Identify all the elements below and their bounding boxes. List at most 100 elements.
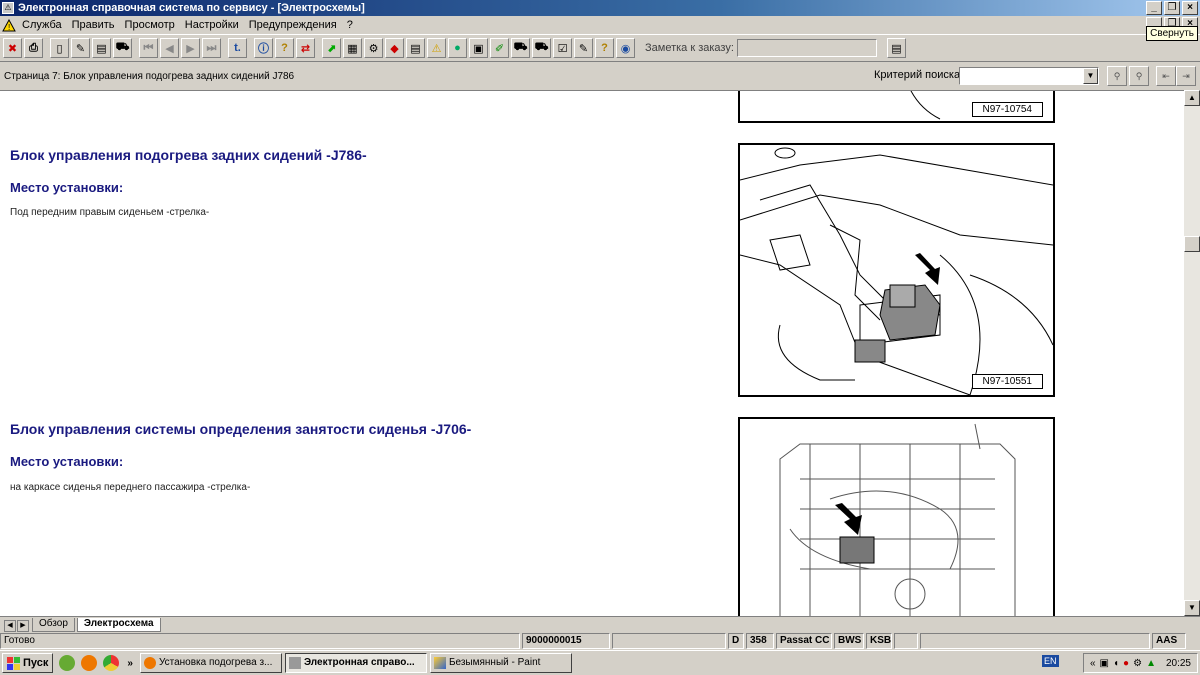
quicklaunch-chevron[interactable]: » bbox=[127, 658, 133, 669]
clock: 20:25 bbox=[1165, 657, 1191, 669]
tray-chevron-icon[interactable]: « bbox=[1090, 658, 1096, 669]
chrome-icon[interactable] bbox=[103, 655, 120, 671]
section-heading: Блок управления системы определения заня… bbox=[10, 421, 472, 437]
breadcrumb-bar: Страница 7: Блок управления подогрева за… bbox=[0, 63, 1200, 89]
pen-icon[interactable]: ✐ bbox=[490, 38, 509, 58]
scroll-thumb[interactable] bbox=[1184, 236, 1200, 252]
menu-settings[interactable]: Настройки bbox=[185, 19, 239, 31]
info-icon[interactable]: ⓘ bbox=[254, 38, 273, 58]
menu-view[interactable]: Просмотр bbox=[125, 19, 175, 31]
order-note-field[interactable] bbox=[736, 39, 877, 57]
section-text: на каркасе сиденья переднего пассажира -… bbox=[10, 482, 251, 493]
restore-button[interactable]: ❐ bbox=[1164, 1, 1180, 15]
exit-icon[interactable]: ✖ bbox=[3, 38, 22, 58]
task-service-system[interactable]: Электронная справо... bbox=[284, 653, 427, 673]
part-icon[interactable]: ⚙ bbox=[364, 38, 383, 58]
task-paint[interactable]: Безымянный - Paint bbox=[429, 653, 572, 673]
app-icon bbox=[288, 657, 301, 669]
checklist-icon[interactable]: ☑ bbox=[553, 38, 572, 58]
flag-icon[interactable]: ◉ bbox=[616, 38, 635, 58]
menubar: ! Служба Править Просмотр Настройки Пред… bbox=[0, 16, 1200, 34]
svg-text:!: ! bbox=[8, 23, 10, 32]
clipboard-icon[interactable]: ▤ bbox=[92, 38, 111, 58]
utorrent-icon[interactable] bbox=[59, 655, 76, 671]
start-button[interactable]: Пуск bbox=[2, 653, 54, 673]
chevron-down-icon[interactable]: ▼ bbox=[1083, 68, 1098, 84]
network-icon[interactable]: ▣ bbox=[1100, 658, 1109, 669]
prev-page-icon[interactable]: ◀ bbox=[160, 38, 179, 58]
book-icon[interactable]: ◆ bbox=[385, 38, 404, 58]
next-page-icon[interactable]: ▶ bbox=[181, 38, 200, 58]
volume-icon[interactable]: ◖ bbox=[1113, 658, 1119, 669]
figure-label: N97-10754 bbox=[971, 102, 1043, 117]
status-aas: AAS bbox=[1152, 633, 1186, 649]
status-ready: Готово bbox=[0, 633, 520, 649]
language-indicator[interactable]: EN bbox=[1042, 655, 1059, 667]
menu-warnings[interactable]: Предупреждения bbox=[249, 19, 337, 31]
vertical-scrollbar[interactable]: ▲ ▼ bbox=[1184, 90, 1200, 616]
first-page-icon[interactable]: ⏮ bbox=[139, 38, 158, 58]
menu-help[interactable]: ? bbox=[347, 19, 353, 31]
window-title: Электронная справочная система по сервис… bbox=[18, 2, 365, 14]
goto-next-icon[interactable]: ⇥ bbox=[1176, 66, 1196, 86]
car2-icon[interactable]: ⛟ bbox=[511, 38, 530, 58]
statusbar: Готово 9000000015 D 358 Passat CC BWS KS… bbox=[0, 632, 1200, 650]
task-firefox[interactable]: Установка подогрева з... bbox=[139, 653, 282, 673]
tray-app2-icon[interactable]: ▲ bbox=[1146, 658, 1156, 669]
firefox-icon[interactable] bbox=[81, 655, 98, 671]
tab-strip: ◀ ▶ Обзор Электросхема bbox=[0, 616, 1200, 632]
hint-icon[interactable]: ? bbox=[275, 38, 294, 58]
car-icon[interactable]: ⛟ bbox=[113, 38, 132, 58]
link-icon[interactable]: t. bbox=[228, 38, 247, 58]
menu-service[interactable]: Служба bbox=[22, 19, 62, 31]
status-blank3 bbox=[920, 633, 1150, 649]
goto-prev-icon[interactable]: ⇤ bbox=[1156, 66, 1176, 86]
export-icon[interactable]: ⬈ bbox=[322, 38, 341, 58]
tools-icon[interactable]: ✎ bbox=[574, 38, 593, 58]
print-icon[interactable]: ⎙ bbox=[24, 38, 43, 58]
app-icon: ⚠ bbox=[2, 2, 14, 14]
scroll-up-icon[interactable]: ▲ bbox=[1184, 90, 1200, 106]
document-icon[interactable]: ▤ bbox=[406, 38, 425, 58]
search-combobox[interactable]: ▼ bbox=[959, 67, 1099, 85]
section-heading: Блок управления подогрева задних сидений… bbox=[10, 147, 367, 163]
switch-icon[interactable]: ⇄ bbox=[296, 38, 315, 58]
last-page-icon[interactable]: ⏭ bbox=[202, 38, 221, 58]
tab-next-icon[interactable]: ▶ bbox=[17, 620, 29, 632]
note-edit-icon[interactable]: ▤ bbox=[886, 38, 906, 58]
section-subheading: Место установки: bbox=[10, 180, 124, 195]
figure-j706 bbox=[738, 417, 1055, 616]
tab-overview[interactable]: Обзор bbox=[32, 618, 75, 632]
alert-icon[interactable]: ⚠ bbox=[427, 38, 446, 58]
antivirus-icon[interactable]: ● bbox=[1123, 658, 1129, 669]
start-label: Пуск bbox=[23, 657, 49, 669]
task-label: Электронная справо... bbox=[303, 657, 415, 668]
save-icon[interactable]: ▣ bbox=[469, 38, 488, 58]
seat-frame-drawing bbox=[779, 423, 1016, 616]
status-blank2 bbox=[894, 633, 918, 649]
tab-schematic[interactable]: Электросхема bbox=[76, 618, 161, 632]
scroll-down-icon[interactable]: ▼ bbox=[1184, 600, 1200, 616]
question-icon[interactable]: ? bbox=[595, 38, 614, 58]
document-view[interactable]: N97-10754 Блок управления подогрева задн… bbox=[0, 90, 1184, 616]
globe-icon[interactable]: ● bbox=[448, 38, 467, 58]
truck-icon[interactable]: ⛟ bbox=[532, 38, 551, 58]
status-d: D bbox=[728, 633, 744, 649]
menu-edit[interactable]: Править bbox=[72, 19, 115, 31]
search-forward-icon[interactable]: ⚲ bbox=[1107, 66, 1127, 86]
tray-app-icon[interactable]: ⚙ bbox=[1133, 658, 1142, 669]
edit-doc-icon[interactable]: ✎ bbox=[71, 38, 90, 58]
toolbar: ✖ ⎙ ▯ ✎ ▤ ⛟ ⏮ ◀ ▶ ⏭ t. ⓘ ? ⇄ ⬈ ▦ ⚙ ◆ ▤ ⚠… bbox=[0, 34, 1200, 62]
close-button[interactable]: × bbox=[1182, 1, 1198, 15]
calc-icon[interactable]: ▦ bbox=[343, 38, 362, 58]
figure-top: N97-10754 bbox=[738, 91, 1055, 123]
figure-label: N97-10551 bbox=[971, 374, 1043, 389]
window-titlebar: ⚠ Электронная справочная система по серв… bbox=[0, 0, 1200, 16]
new-doc-icon[interactable]: ▯ bbox=[50, 38, 69, 58]
status-order: 9000000015 bbox=[522, 633, 610, 649]
system-tray: « ▣ ◖ ● ⚙ ▲ 20:25 bbox=[1082, 653, 1198, 673]
minimize-button[interactable]: _ bbox=[1146, 1, 1162, 15]
search-back-icon[interactable]: ⚲ bbox=[1129, 66, 1149, 86]
status-code: 358 bbox=[746, 633, 774, 649]
tab-prev-icon[interactable]: ◀ bbox=[4, 620, 16, 632]
